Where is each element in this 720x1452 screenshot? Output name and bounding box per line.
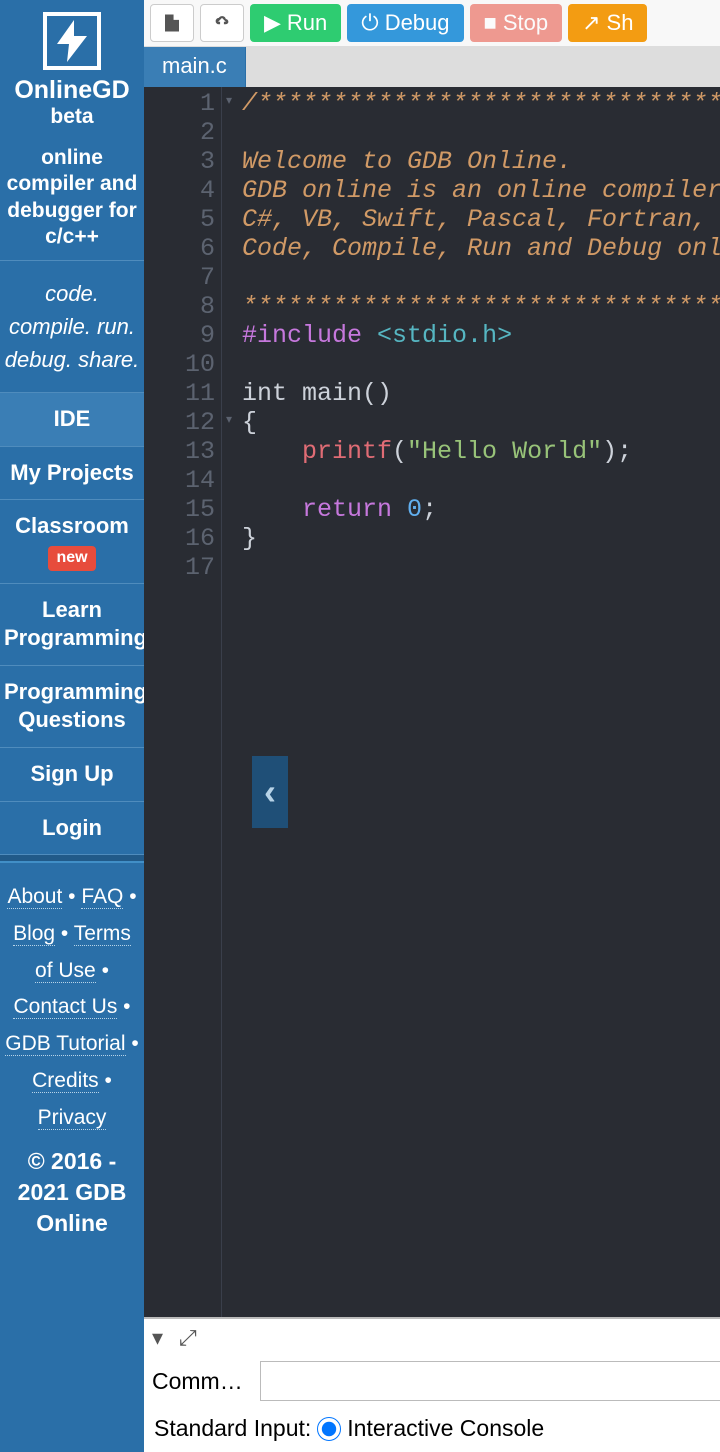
bottom-panel: ▾ ⤢ input Comm… Standard Input: Interact… [144, 1317, 720, 1452]
nav-my-projects[interactable]: My Projects [0, 447, 144, 501]
panel-head: ▾ ⤢ input [144, 1319, 720, 1357]
fold-column: ▾▾ [222, 87, 236, 1317]
stdin-row: Standard Input: Interactive Console ✖ [144, 1407, 720, 1452]
sidebar-desc: online compiler and debugger for c/c++ [0, 135, 144, 261]
footer-contact[interactable]: Contact Us [13, 995, 117, 1019]
tab-bar: main.c [144, 47, 720, 87]
upload-button[interactable] [200, 4, 244, 42]
stop-label: Stop [503, 10, 548, 36]
main-area: ▶ Run ⏻ Debug ■ Stop ↗ Sh main.c 1234567… [144, 0, 720, 1452]
share-icon: ↗ [582, 10, 600, 36]
panel-collapse-icon[interactable]: ▾ [152, 1325, 163, 1351]
nav-classroom-label: Classroom [15, 513, 129, 538]
code-editor[interactable]: 1234567891011121314151617 ▾▾ /**********… [144, 87, 720, 1317]
toolbar: ▶ Run ⏻ Debug ■ Stop ↗ Sh [144, 0, 720, 47]
collapse-sidebar-handle[interactable]: ‹ [252, 756, 288, 828]
footer-privacy[interactable]: Privacy [38, 1106, 107, 1130]
footer-blog[interactable]: Blog [13, 922, 55, 946]
stdin-mode-label: Interactive Console [347, 1415, 544, 1442]
logo-beta: beta [0, 105, 144, 129]
share-button[interactable]: ↗ Sh [568, 4, 647, 42]
cloud-upload-icon [215, 13, 229, 33]
tab-main-c[interactable]: main.c [144, 47, 246, 87]
panel-title: input [144, 1325, 720, 1351]
sidebar-separator [0, 855, 144, 863]
footer-links: About • FAQ • Blog • Terms of Use • Cont… [0, 863, 144, 1142]
panel-expand-icon[interactable]: ⤢ [179, 1325, 197, 1351]
nav-classroom[interactable]: Classroom new [0, 500, 144, 583]
sidebar: OnlineGD beta online compiler and debugg… [0, 0, 144, 1452]
share-label: Sh [607, 10, 634, 36]
stdin-interactive-radio[interactable] [317, 1417, 341, 1441]
stop-button[interactable]: ■ Stop [470, 4, 563, 42]
line-number-gutter: 1234567891011121314151617 [144, 87, 222, 1317]
run-label: Run [287, 10, 327, 36]
stdin-label: Standard Input: [154, 1415, 311, 1442]
footer-credits[interactable]: Credits [32, 1069, 99, 1093]
nav-learn-programming[interactable]: Learn Programming [0, 584, 144, 666]
footer-gdb-tutorial[interactable]: GDB Tutorial [5, 1032, 125, 1056]
footer-faq[interactable]: FAQ [81, 885, 123, 909]
new-badge: new [48, 546, 95, 571]
run-button[interactable]: ▶ Run [250, 4, 341, 42]
footer-about[interactable]: About [7, 885, 62, 909]
copyright: © 2016 - 2021 GDB Online [0, 1142, 144, 1249]
debug-button[interactable]: ⏻ Debug [347, 4, 463, 42]
play-icon: ▶ [264, 10, 281, 36]
power-icon: ⏻ [361, 10, 378, 36]
nav-programming-questions[interactable]: Programming Questions [0, 666, 144, 748]
nav-sign-up[interactable]: Sign Up [0, 748, 144, 802]
nav-ide[interactable]: IDE [0, 393, 144, 447]
new-file-button[interactable] [150, 4, 194, 42]
nav-login[interactable]: Login [0, 802, 144, 856]
file-icon [165, 12, 179, 34]
code-content[interactable]: /***************************************… [236, 87, 720, 1317]
cmdline-input[interactable] [260, 1361, 720, 1401]
logo-icon [43, 12, 101, 70]
logo-title: OnlineGD [0, 76, 144, 105]
tagline: code. compile. run. debug. share. [0, 261, 144, 393]
logo-area: OnlineGD beta [0, 0, 144, 135]
debug-label: Debug [385, 10, 450, 36]
cmdline-row: Comm… [144, 1357, 720, 1407]
cmdline-label: Comm… [152, 1368, 252, 1395]
stop-icon: ■ [484, 10, 497, 36]
